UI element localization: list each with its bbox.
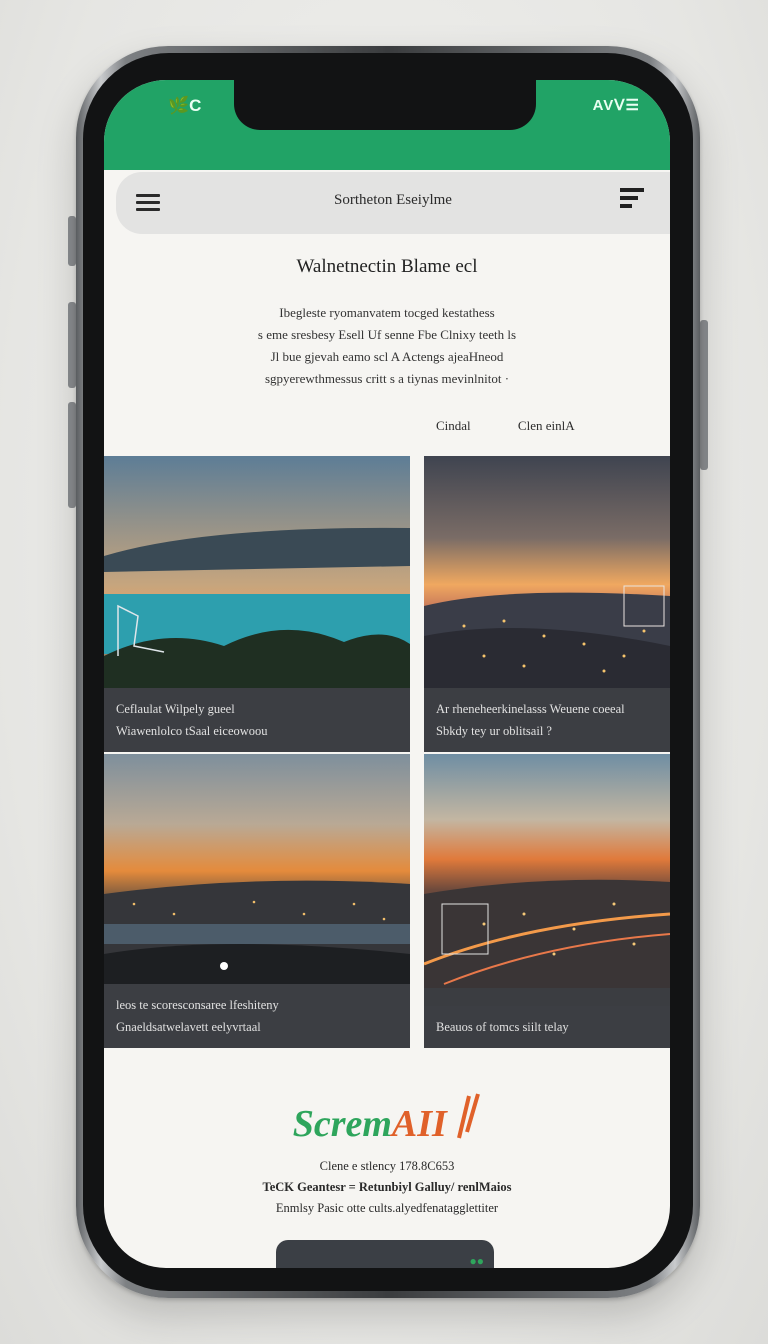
intro-paragraph: Ibegleste ryomanvatem tocged kestathess … xyxy=(214,302,560,390)
brand-logo: ScremAII xyxy=(104,1092,670,1146)
brand-text-orange: AII xyxy=(391,1103,447,1145)
power-button[interactable] xyxy=(700,320,708,470)
caption-line: leos te scoresconsaree lfeshiteny xyxy=(116,998,279,1012)
photo-gallery: Ceflaulat Wilpely gueel Wiawenlolco tSaa… xyxy=(104,456,670,1048)
caption-line: Gnaeldsatwelavett eelyvrtaal xyxy=(116,1020,261,1034)
brand-text-green: Screm xyxy=(292,1103,392,1145)
gallery-card[interactable]: Ar rheneheerkinelasss Weuene coeeal Sbkd… xyxy=(424,456,670,752)
brand-flame-icon xyxy=(457,1093,481,1139)
page-headline: Walnetnectin Blame ecl xyxy=(296,256,478,277)
link-row: Cindal Clen einlA xyxy=(436,418,619,434)
nav-title: Sortheton Eseiylme xyxy=(334,192,452,208)
card-caption: leos te scoresconsaree lfeshiteny Gnaeld… xyxy=(104,984,410,1048)
caption-line: Sbkdy tey ur oblitsail ? xyxy=(436,724,552,738)
gallery-card[interactable]: Ceflaulat Wilpely gueel Wiawenlolco tSaa… xyxy=(104,456,410,752)
footer-line: Enmlsy Pasic otte cults.alyedfenatagglet… xyxy=(275,1201,499,1215)
caption-line: Beauos of tomcs siilt telay xyxy=(436,1020,569,1034)
gallery-card[interactable]: Beauos of tomcs siilt telay xyxy=(424,754,670,1048)
bottom-action-bar[interactable]: ●● xyxy=(276,1240,494,1268)
card-caption: Ar rheneheerkinelasss Weuene coeeal Sbkd… xyxy=(424,688,670,752)
footer-line: TeCK Geantesr = Retunbiyl Galluy/ renlMa… xyxy=(262,1180,512,1194)
footer-line: Clene e stlency 178.8C653 xyxy=(319,1159,455,1173)
volume-up-button[interactable] xyxy=(68,302,76,388)
card-caption: Beauos of tomcs siilt telay xyxy=(424,1006,670,1048)
valley-photo xyxy=(104,754,410,988)
card-caption: Ceflaulat Wilpely gueel Wiawenlolco tSaa… xyxy=(104,688,410,752)
status-right: AV⁠ᐯ☰ xyxy=(592,97,640,114)
intro-line: Ibegleste ryomanvatem tocged kestathess xyxy=(279,305,495,320)
dots-icon: ●● xyxy=(469,1254,485,1268)
top-navigation-bar: Sortheton Eseiylme xyxy=(116,172,670,234)
gallery-card[interactable]: leos te scoresconsaree lfeshiteny Gnaeld… xyxy=(104,754,410,1048)
mute-switch[interactable] xyxy=(68,216,76,266)
cityscape-photo xyxy=(424,456,670,690)
link-second[interactable]: Clen einlA xyxy=(518,418,575,433)
landscape-photo xyxy=(104,456,410,690)
status-left: 🌿C xyxy=(168,96,202,115)
phone-screen: 🌿C AV⁠ᐯ☰ Sortheton Eseiylme Walnetnectin… xyxy=(104,80,670,1268)
intro-line: sgpyerewthmessus critt s a tiynas mevinl… xyxy=(264,371,510,386)
intro-line: Jl bue gjevah eamo scl A Actengs ajeaHne… xyxy=(270,349,504,364)
footer-text: Clene e stlency 178.8C653 TeCK Geantesr … xyxy=(104,1156,670,1219)
link-first[interactable]: Cindal xyxy=(436,418,471,433)
caption-line: Ceflaulat Wilpely gueel xyxy=(116,702,235,716)
caption-line: Wiawenlolco tSaal eiceowoou xyxy=(116,724,268,738)
volume-down-button[interactable] xyxy=(68,402,76,508)
list-menu-icon[interactable] xyxy=(620,188,644,218)
city-night-photo xyxy=(424,754,670,988)
notch xyxy=(234,80,536,130)
backdrop: 🌿C AV⁠ᐯ☰ Sortheton Eseiylme Walnetnectin… xyxy=(0,0,768,1344)
intro-line: s eme sresbesy Esell Uf senne Fbe Clnixy… xyxy=(257,327,517,342)
caption-line: Ar rheneheerkinelasss Weuene coeeal xyxy=(436,702,625,716)
